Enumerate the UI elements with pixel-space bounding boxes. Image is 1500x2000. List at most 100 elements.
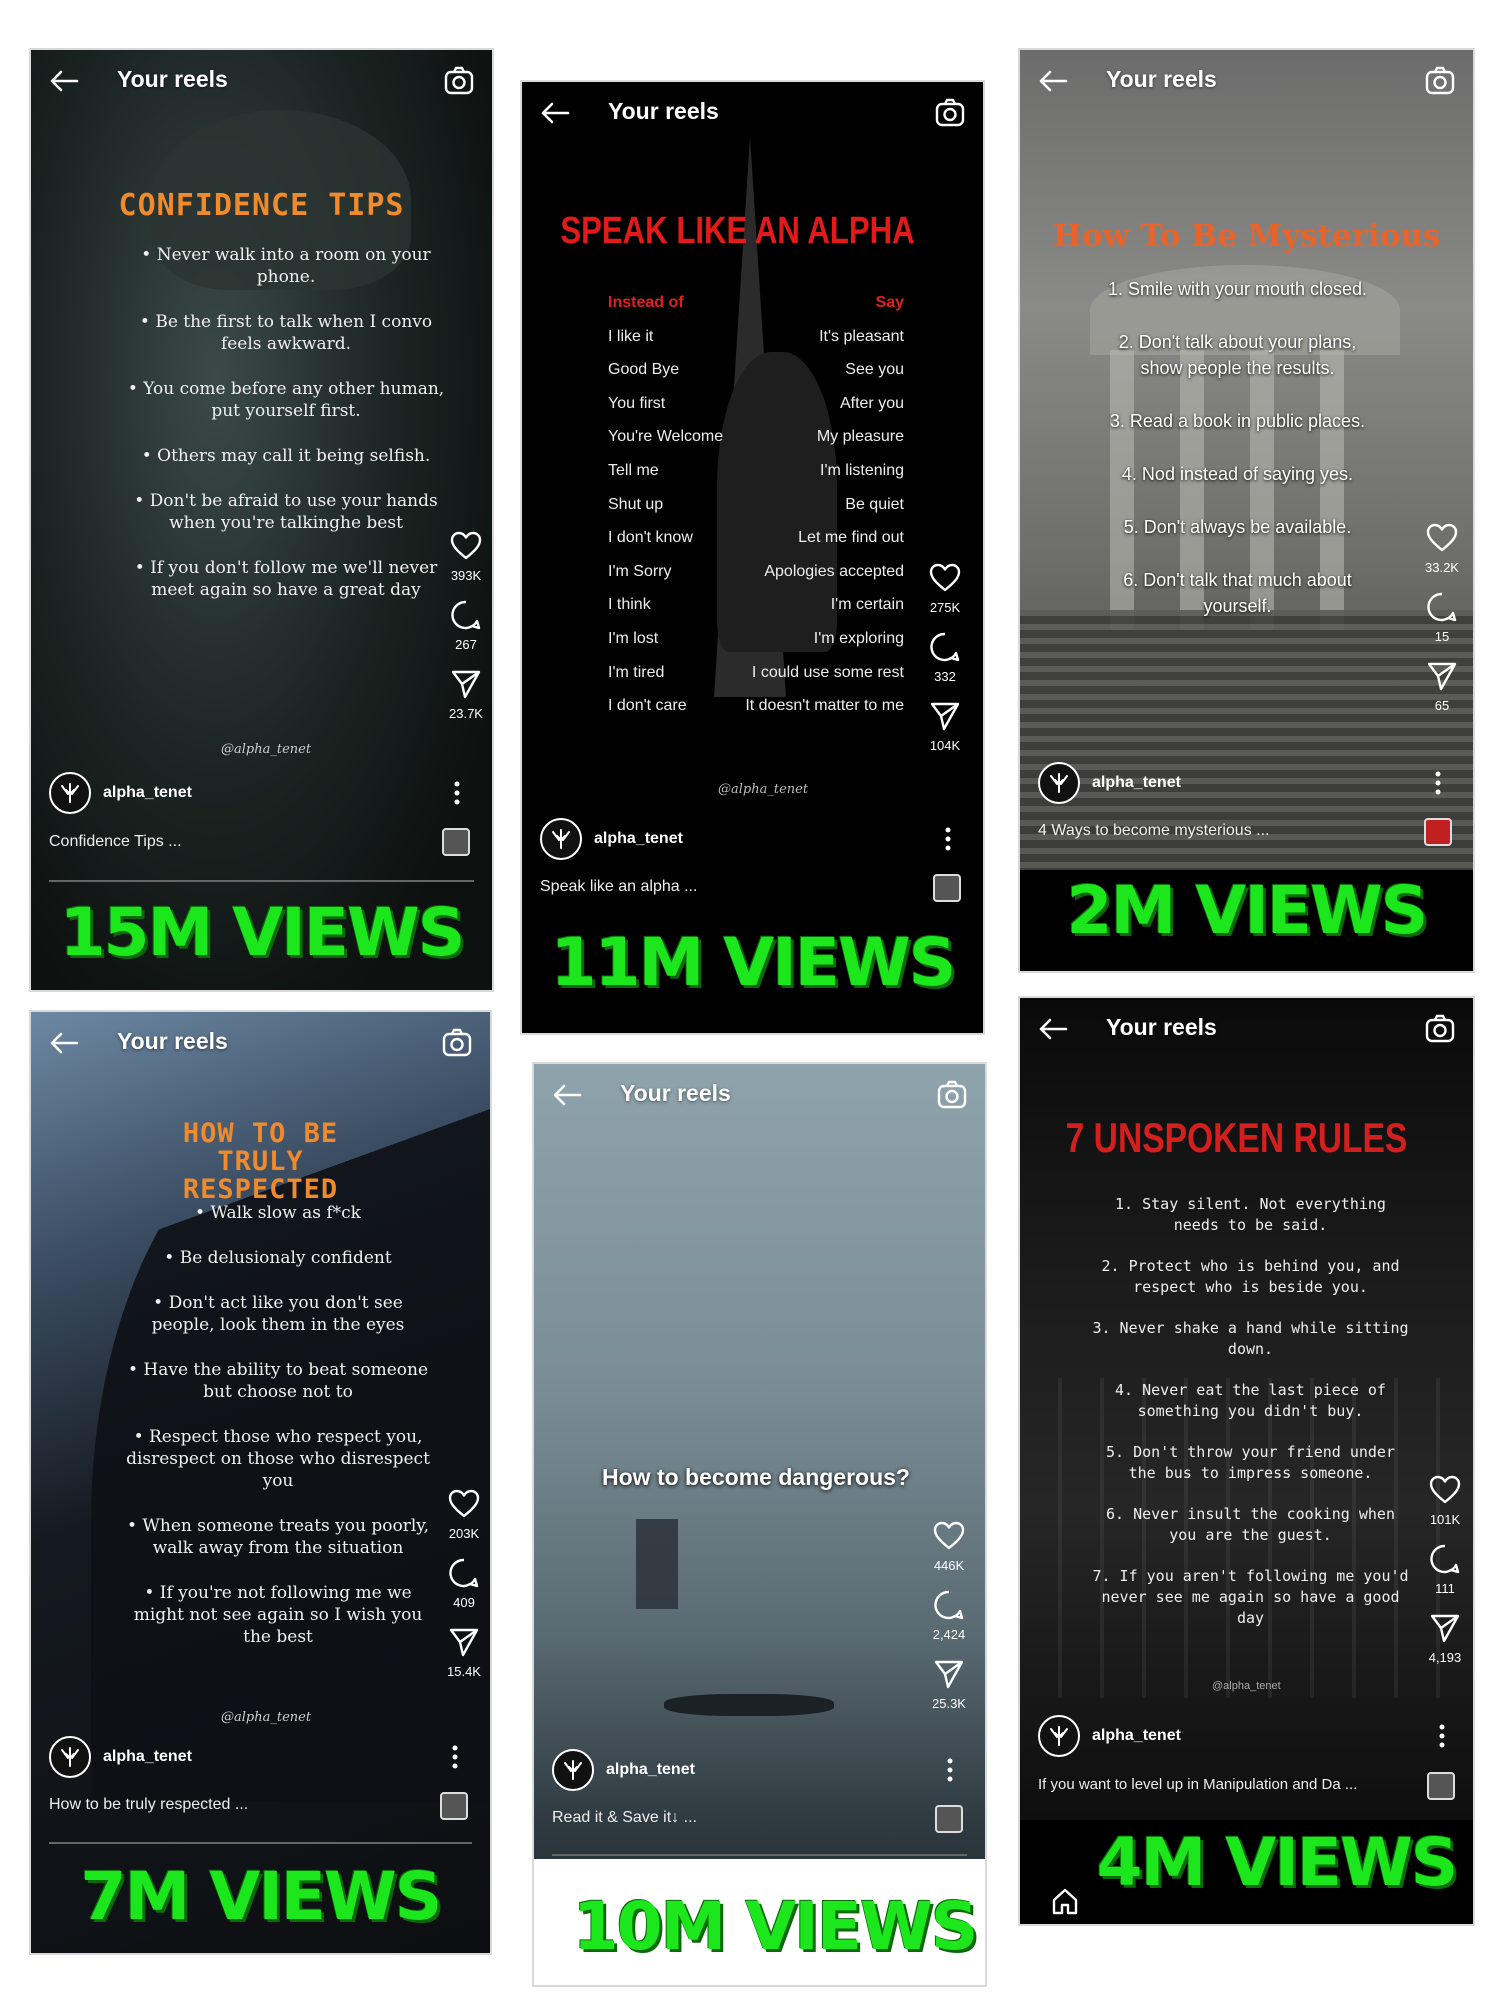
avatar[interactable] bbox=[1038, 1715, 1080, 1757]
username[interactable]: alpha_tenet bbox=[606, 1761, 695, 1779]
share-icon[interactable] bbox=[1426, 660, 1458, 692]
heart-icon[interactable] bbox=[1426, 522, 1458, 554]
share-action[interactable]: 23.7K bbox=[436, 668, 492, 721]
username[interactable]: alpha_tenet bbox=[594, 830, 683, 848]
camera-icon[interactable] bbox=[444, 66, 474, 96]
watermark: @alpha_tenet bbox=[221, 1710, 312, 1725]
camera-icon[interactable] bbox=[1425, 66, 1455, 96]
comment-action[interactable]: 2,424 bbox=[919, 1589, 979, 1642]
user-row[interactable]: alpha_tenet bbox=[49, 1736, 192, 1778]
user-row[interactable]: alpha_tenet bbox=[540, 818, 683, 860]
audio-thumbnail[interactable] bbox=[1424, 818, 1452, 846]
user-row[interactable]: alpha_tenet bbox=[552, 1749, 695, 1791]
caption[interactable]: Confidence Tips ... bbox=[49, 833, 182, 851]
like-action[interactable]: 33.2K bbox=[1412, 522, 1472, 575]
share-action[interactable]: 104K bbox=[915, 700, 975, 753]
like-action[interactable]: 101K bbox=[1415, 1474, 1473, 1527]
comment-action[interactable]: 15 bbox=[1412, 591, 1472, 644]
audio-thumbnail[interactable] bbox=[935, 1805, 963, 1833]
more-icon[interactable] bbox=[1438, 1723, 1446, 1749]
share-action[interactable]: 4,193 bbox=[1415, 1612, 1473, 1665]
comment-icon[interactable] bbox=[1429, 1543, 1461, 1575]
share-icon[interactable] bbox=[1429, 1612, 1461, 1644]
back-arrow-icon[interactable] bbox=[1038, 1018, 1068, 1040]
comment-action[interactable]: 111 bbox=[1415, 1543, 1473, 1596]
comment-icon[interactable] bbox=[933, 1589, 965, 1621]
comment-action[interactable]: 409 bbox=[434, 1557, 490, 1610]
heart-icon[interactable] bbox=[448, 1488, 480, 1520]
heart-icon[interactable] bbox=[933, 1520, 965, 1552]
rule-item: 5. Don't throw your friend under the bus… bbox=[1106, 1443, 1395, 1482]
share-action[interactable]: 15.4K bbox=[434, 1626, 490, 1679]
share-action[interactable]: 65 bbox=[1412, 660, 1472, 713]
avatar[interactable] bbox=[49, 1736, 91, 1778]
phrase-left: You first bbox=[608, 394, 666, 412]
avatar[interactable] bbox=[49, 772, 91, 814]
heart-icon[interactable] bbox=[450, 530, 482, 562]
back-arrow-icon[interactable] bbox=[540, 102, 570, 124]
user-row[interactable]: alpha_tenet bbox=[49, 772, 192, 814]
like-action[interactable]: 275K bbox=[915, 562, 975, 615]
caption[interactable]: How to be truly respected ... bbox=[49, 1796, 248, 1814]
heart-icon[interactable] bbox=[929, 562, 961, 594]
share-action[interactable]: 25.3K bbox=[919, 1658, 979, 1711]
audio-thumbnail[interactable] bbox=[440, 1792, 468, 1820]
like-action[interactable]: 446K bbox=[919, 1520, 979, 1573]
like-action[interactable]: 203K bbox=[434, 1488, 490, 1541]
comment-icon[interactable] bbox=[448, 1557, 480, 1589]
back-arrow-icon[interactable] bbox=[49, 70, 79, 92]
caption[interactable]: Speak like an alpha ... bbox=[540, 878, 697, 896]
username[interactable]: alpha_tenet bbox=[103, 1748, 192, 1766]
audio-thumbnail[interactable] bbox=[442, 828, 470, 856]
camera-icon[interactable] bbox=[442, 1028, 472, 1058]
phrase-right: Be quiet bbox=[845, 495, 904, 513]
camera-icon[interactable] bbox=[937, 1080, 967, 1110]
user-row[interactable]: alpha_tenet bbox=[1038, 1715, 1181, 1757]
back-arrow-icon[interactable] bbox=[552, 1084, 582, 1106]
camera-icon[interactable] bbox=[1425, 1014, 1455, 1044]
comment-action[interactable]: 332 bbox=[915, 631, 975, 684]
username[interactable]: alpha_tenet bbox=[103, 784, 192, 802]
user-row[interactable]: alpha_tenet bbox=[1038, 762, 1181, 804]
comment-icon[interactable] bbox=[1426, 591, 1458, 623]
audio-thumbnail[interactable] bbox=[933, 874, 961, 902]
tip-item: • Never walk into a room on your phone. bbox=[141, 245, 431, 287]
caption[interactable]: If you want to level up in Manipulation … bbox=[1038, 1776, 1357, 1793]
comment-icon[interactable] bbox=[929, 631, 961, 663]
comment-icon[interactable] bbox=[450, 599, 482, 631]
avatar[interactable] bbox=[1038, 762, 1080, 804]
more-icon[interactable] bbox=[451, 1744, 459, 1770]
action-column: 33.2K 15 65 bbox=[1412, 522, 1472, 729]
username[interactable]: alpha_tenet bbox=[1092, 774, 1181, 792]
comment-count: 111 bbox=[1435, 1581, 1455, 1596]
reel-overlay-title: CONFIDENCE TIPS bbox=[118, 188, 405, 223]
more-icon[interactable] bbox=[944, 826, 952, 852]
caption[interactable]: 4 Ways to become mysterious ... bbox=[1038, 822, 1269, 840]
caption[interactable]: Read it & Save it↓ ... bbox=[552, 1809, 697, 1827]
like-action[interactable]: 393K bbox=[436, 530, 492, 583]
avatar[interactable] bbox=[552, 1749, 594, 1791]
phrase-row: I like it It's pleasant bbox=[608, 328, 904, 362]
back-arrow-icon[interactable] bbox=[1038, 70, 1068, 92]
share-icon[interactable] bbox=[448, 1626, 480, 1658]
share-icon[interactable] bbox=[929, 700, 961, 732]
heart-icon[interactable] bbox=[1429, 1474, 1461, 1506]
comment-count: 409 bbox=[453, 1595, 475, 1610]
reel-overlay-title: SPEAK LIKE AN ALPHA bbox=[560, 210, 915, 252]
rule-item: 3. Never shake a hand while sitting down… bbox=[1092, 1319, 1409, 1358]
divider bbox=[49, 880, 474, 882]
more-icon[interactable] bbox=[946, 1757, 954, 1783]
share-icon[interactable] bbox=[450, 668, 482, 700]
username[interactable]: alpha_tenet bbox=[1092, 1727, 1181, 1745]
audio-thumbnail[interactable] bbox=[1427, 1772, 1455, 1800]
avatar[interactable] bbox=[540, 818, 582, 860]
more-icon[interactable] bbox=[453, 780, 461, 806]
comment-action[interactable]: 267 bbox=[436, 599, 492, 652]
share-icon[interactable] bbox=[933, 1658, 965, 1690]
home-icon[interactable] bbox=[1050, 1886, 1080, 1916]
camera-icon[interactable] bbox=[935, 98, 965, 128]
more-icon[interactable] bbox=[1434, 770, 1442, 796]
tip-item: • If you don't follow me we'll never mee… bbox=[134, 558, 438, 600]
avatar-logo-icon bbox=[1048, 772, 1070, 794]
back-arrow-icon[interactable] bbox=[49, 1032, 79, 1054]
